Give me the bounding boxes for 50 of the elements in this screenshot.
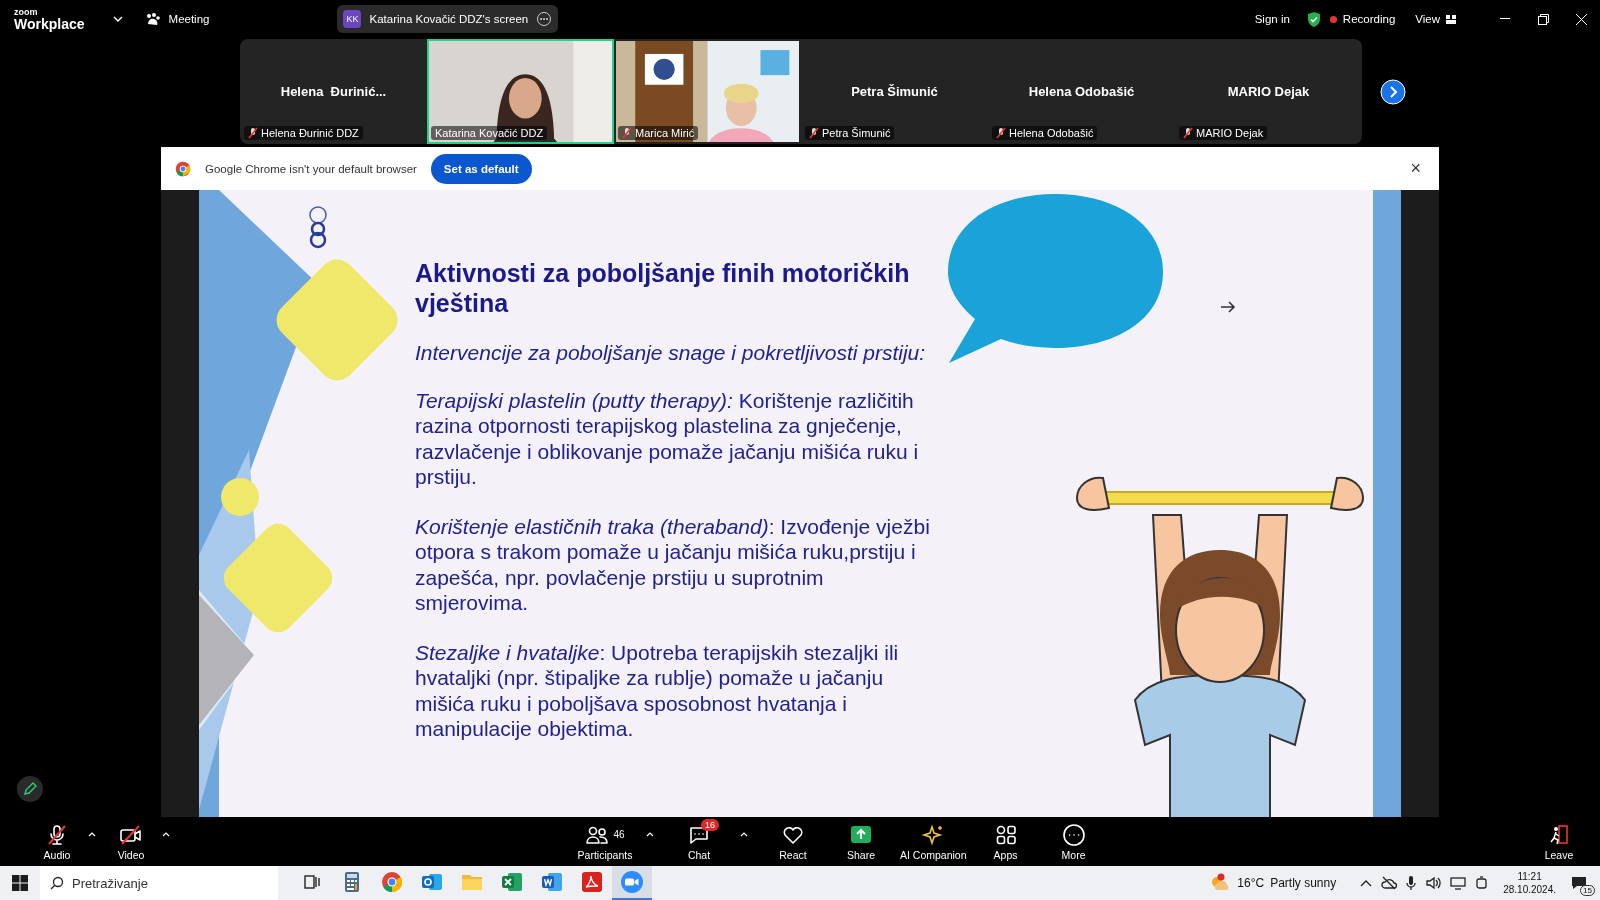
- more-button[interactable]: More: [1044, 822, 1103, 861]
- participant-label: Helena Đurinić DDZ: [261, 127, 359, 139]
- participant-tile[interactable]: Petra Šimunić Petra Šimunić: [801, 39, 988, 144]
- set-default-button[interactable]: Set as default: [430, 153, 532, 184]
- search-field[interactable]: Pretraživanje: [40, 866, 278, 900]
- participant-label: Katarina Kovačić DDZ: [435, 127, 544, 139]
- weather-temperature[interactable]: 16°C: [1237, 876, 1265, 890]
- notification-count: 15: [1580, 885, 1595, 896]
- participant-name: Petra Šimunić: [850, 84, 939, 99]
- react-button[interactable]: React: [764, 822, 822, 861]
- clock-time[interactable]: 11:21: [1517, 870, 1542, 883]
- participant-tile[interactable]: Katarina Kovačić DDZ: [427, 39, 614, 144]
- slide-paragraph: Terapijski plastelin (putty therapy): Korištenje različitih razina otpornosti terapijskog plastelina za gnječenje, razvlačenje i oblikovanje pomaže jačanju mišića ruku i prstiju.: [415, 387, 920, 490]
- participant-tile[interactable]: Marica Mirić: [614, 39, 801, 144]
- avatar-initials: KK: [343, 10, 362, 28]
- screen-share-indicator[interactable]: KK Katarina Kovačić DDZ's screen: [337, 5, 559, 33]
- slide-paragraph: Stezaljke i hvataljke: Upotreba terapijskih stezaljki ili hvataljki (npr. štipaljke za rublje) pomaže u jačanju mišića ruku i poboljšava sposobnost hvatanja i manipulacije objektima.: [415, 639, 900, 742]
- clock-date[interactable]: 28.10.2024.: [1503, 883, 1556, 896]
- participant-tile[interactable]: Helena Odobašić Helena Odobašić: [988, 39, 1175, 144]
- participants-button[interactable]: 46 Participants: [576, 822, 634, 861]
- slide-subtitle: Intervencije za poboljšanje snage i pokretljivosti prstiju:: [415, 340, 927, 366]
- participant-label: Helena Odobašić: [1009, 127, 1094, 139]
- leave-button[interactable]: Leave: [1530, 822, 1588, 861]
- slide-title: Aktivnosti za poboljšanje finih motoričkih vještina: [415, 258, 911, 318]
- weather-condition[interactable]: Partly sunny: [1270, 876, 1337, 890]
- participant-tile[interactable]: MARIO Dejak MARIO Dejak: [1175, 39, 1362, 144]
- participant-count: 46: [613, 829, 625, 840]
- audio-button[interactable]: Audio: [28, 822, 86, 861]
- participant-name: Helena Đurinić...: [279, 84, 388, 99]
- banner-message: Google Chrome isn't your default browser: [205, 162, 417, 175]
- close-button[interactable]: ×: [1410, 158, 1421, 179]
- share-button[interactable]: Share: [832, 822, 890, 861]
- participant-label: Marica Mirić: [635, 127, 695, 139]
- apps-button[interactable]: Apps: [976, 822, 1035, 861]
- video-button[interactable]: Video: [102, 822, 160, 861]
- participant-name: Helena Odobašić: [1027, 84, 1136, 99]
- participant-tile[interactable]: Helena Đurinić... Helena Đurinić DDZ: [240, 39, 427, 144]
- app-name: Workplace: [14, 16, 85, 31]
- app-logo-text: zoom: [14, 7, 39, 17]
- view-button[interactable]: View: [1415, 13, 1456, 25]
- sign-in-link[interactable]: Sign in: [1254, 13, 1290, 25]
- recording-indicator[interactable]: Recording: [1329, 13, 1396, 25]
- slide-paragraph: Korištenje elastičnih traka (theraband): Izvođenje vježbi otpora s trakom pomaže u jačanju mišića ruku,prstiju i zapešća, npr. povlačenje prstiju u suprotnim smjerovima.: [415, 513, 931, 616]
- share-label: Katarina Kovačić DDZ's screen: [369, 13, 529, 25]
- unread-badge: 16: [701, 818, 719, 831]
- participant-label: Petra Šimunić: [822, 127, 891, 139]
- participant-label: MARIO Dejak: [1196, 127, 1264, 139]
- meeting-label[interactable]: Meeting: [168, 13, 210, 25]
- participant-name: MARIO Dejak: [1226, 84, 1311, 99]
- ai-companion-button[interactable]: AI Companion: [900, 822, 967, 861]
